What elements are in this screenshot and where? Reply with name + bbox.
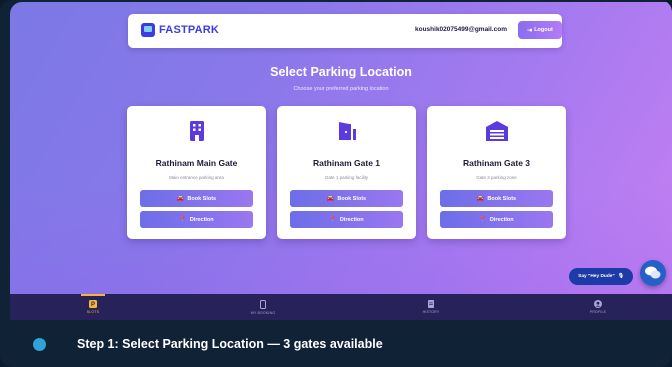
location-card-gate-1: Rathinam Gate 1 Gate 1 parking facility … <box>277 106 416 239</box>
fastpark-logo-icon <box>141 23 155 37</box>
nav-label: PROFILE <box>589 310 607 314</box>
book-slots-label: Book Slots <box>187 195 217 202</box>
step-indicator-dot <box>33 338 46 351</box>
car-icon: 🚘 <box>176 196 185 202</box>
direction-button[interactable]: 📍 Direction <box>290 211 403 228</box>
garage-icon <box>427 120 566 142</box>
direction-button[interactable]: 📍 Direction <box>440 211 553 228</box>
voice-prompt-label: Say "Hey Dude" <box>578 274 615 279</box>
book-slots-button[interactable]: 🚘 Book Slots <box>290 190 403 207</box>
location-name: Rathinam Gate 1 <box>312 158 381 168</box>
pin-icon: 📍 <box>329 217 337 223</box>
door-icon <box>277 120 416 142</box>
chat-button[interactable] <box>640 260 666 286</box>
parking-icon: P <box>89 300 97 308</box>
logout-label: Logout <box>534 27 553 33</box>
nav-item-profile[interactable]: PROFILE <box>568 294 628 320</box>
nav-label: MY BOOKING <box>250 310 276 315</box>
caption-text: Step 1: Select Parking Location — 3 gate… <box>77 337 383 351</box>
book-slots-button[interactable]: 🚘 Book Slots <box>440 190 553 207</box>
location-card-main-gate: Rathinam Main Gate Main entrance parking… <box>127 106 266 239</box>
car-icon: 🚘 <box>326 196 335 202</box>
page-title: Select Parking Location <box>270 65 412 79</box>
location-description: Gate 3 parking zone <box>476 175 517 180</box>
pin-icon: 📍 <box>479 217 487 223</box>
user-email: koushik02075499@gmail.com <box>415 26 507 33</box>
pin-icon: 📍 <box>179 217 187 223</box>
nav-label: SLOTS <box>86 310 100 314</box>
direction-button[interactable]: 📍 Direction <box>140 211 253 228</box>
building-icon <box>127 120 266 142</box>
logout-icon: ⇥ <box>527 27 533 34</box>
page-subtitle: Choose your preferred parking location <box>293 86 389 92</box>
book-slots-label: Book Slots <box>487 195 517 202</box>
direction-label: Direction <box>489 216 514 223</box>
brand-name: FASTPARK <box>159 24 220 36</box>
nav-item-history[interactable]: HISTORY <box>401 294 461 320</box>
bottom-nav: P SLOTS MY BOOKING HISTORY PROFILE <box>10 294 672 320</box>
nav-item-slots[interactable]: P SLOTS <box>63 294 123 320</box>
logout-button[interactable]: ⇥ Logout <box>518 21 562 39</box>
microphone-icon: 🎙 <box>617 274 624 279</box>
phone-icon <box>260 299 266 309</box>
top-header: FASTPARK koushik02075499@gmail.com ⇥ Log… <box>128 14 562 48</box>
app-window: FASTPARK koushik02075499@gmail.com ⇥ Log… <box>10 2 672 294</box>
nav-item-my-booking[interactable]: MY BOOKING <box>233 294 293 320</box>
voice-assistant-prompt[interactable]: Say "Hey Dude" 🎙 <box>569 268 633 285</box>
location-name: Rathinam Gate 3 <box>462 158 531 168</box>
svg-text:P: P <box>91 302 95 308</box>
location-name: Rathinam Main Gate <box>155 158 238 168</box>
book-slots-button[interactable]: 🚘 Book Slots <box>140 190 253 207</box>
nav-label: HISTORY <box>422 310 440 314</box>
app-frame: FASTPARK koushik02075499@gmail.com ⇥ Log… <box>0 0 672 367</box>
car-icon: 🚘 <box>476 196 485 202</box>
book-slots-label: Book Slots <box>337 195 367 202</box>
direction-label: Direction <box>339 216 364 223</box>
document-icon <box>428 300 434 308</box>
location-description: Main entrance parking area <box>169 175 224 180</box>
user-icon <box>594 300 602 308</box>
location-card-gate-3: Rathinam Gate 3 Gate 3 parking zone 🚘 Bo… <box>427 106 566 239</box>
direction-label: Direction <box>189 216 214 223</box>
chat-bubbles-icon <box>645 266 661 279</box>
location-description: Gate 1 parking facility <box>324 175 369 180</box>
